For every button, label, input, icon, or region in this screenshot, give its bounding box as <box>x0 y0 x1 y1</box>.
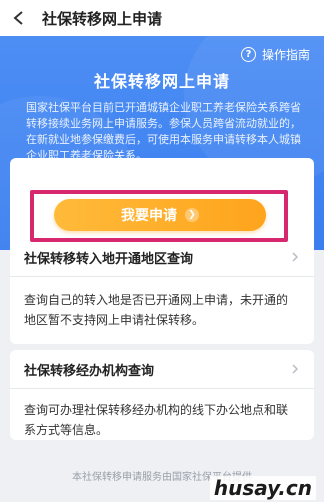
agency-query-title[interactable]: 社保转移经办机构查询 <box>24 360 154 379</box>
divider <box>10 388 314 389</box>
agency-query-description: 查询可办理社保转移经办机构的线下办公地点和联系方式等信息。 <box>24 403 289 437</box>
chevron-right-icon[interactable] <box>290 364 300 374</box>
top-nav-bar: 社保转移网上申请 <box>0 0 324 36</box>
watermark: husay.cn <box>209 476 316 500</box>
back-arrow-icon[interactable] <box>12 11 26 25</box>
banner-headline: 社保转移网上申请 <box>93 72 230 91</box>
question-icon: ? <box>240 47 256 62</box>
region-query-title[interactable]: 社保转移转入地开通地区查询 <box>24 248 193 267</box>
operation-guide-link[interactable]: ? 操作指南 <box>240 46 310 63</box>
page-title: 社保转移网上申请 <box>42 9 163 28</box>
arrow-right-icon: ❯ <box>185 208 199 222</box>
apply-button[interactable]: 我要申请 ❯ <box>54 199 266 231</box>
divider <box>10 276 314 277</box>
operation-guide-label: 操作指南 <box>261 48 310 62</box>
region-query-description: 查询自己的转入地是否已开通网上申请，未开通的地区暂不支持网上申请社保转移。 <box>24 293 289 327</box>
banner-intro-text: 国家社保平台目前已开通城镇企业职工养老保险关系跨省转移接续业务网上申请服务。参保… <box>26 101 301 162</box>
apply-button-label: 我要申请 <box>121 208 177 224</box>
chevron-right-icon[interactable] <box>290 252 300 262</box>
